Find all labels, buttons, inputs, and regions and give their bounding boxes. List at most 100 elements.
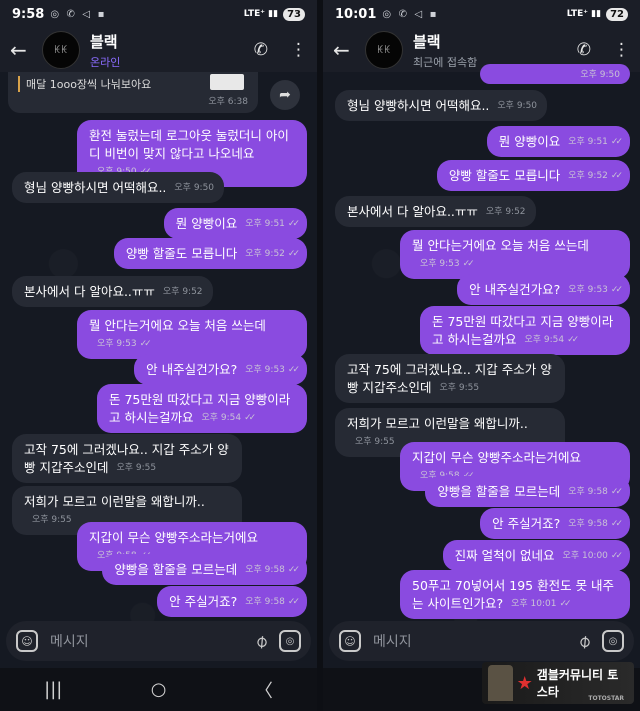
notification-icons: ◎ ✆ ◁ ▪ (50, 8, 107, 20)
message-time: 오후 9:53 (420, 259, 460, 269)
message-list: 형님 양빵하시면 어떡해요.. 오후 9:50 뭔 양빵이요 오후 9:51 ✓✓ 양빵 … (323, 72, 640, 623)
nav-back-icon[interactable]: 〈 (255, 677, 273, 703)
contact-info[interactable]: 블랙 최근에 접속함 (413, 31, 477, 70)
message-time: 오후 9:58 (245, 597, 285, 607)
message-text: 돈 75만원 따갔다고 지금 양빵이라고 하시는걸까요 (109, 392, 291, 425)
recent-apps-icon[interactable]: ||| (44, 679, 62, 700)
outgoing-message[interactable]: 안 주실거죠? 오후 9:58 ✓✓ (480, 508, 630, 539)
message-time: 오후 9:54 (524, 335, 565, 345)
contact-name: 블랙 (413, 32, 441, 51)
message-text: 안 내주실건가요? (146, 362, 238, 377)
read-receipt-icon: ✓✓ (287, 565, 300, 575)
more-icon[interactable]: ⋮ (290, 40, 307, 60)
back-arrow-icon[interactable]: ← (333, 38, 365, 62)
outgoing-message[interactable]: 진짜 얼척이 없네요 오후 10:00 ✓✓ (442, 540, 630, 571)
incoming-message[interactable]: 본사에서 다 알아요..ㅠㅠ 오후 9:52 (12, 276, 213, 307)
message-text: 지갑이 무슨 양빵주소라는거에요 (89, 530, 258, 545)
outgoing-message[interactable]: 양빵 할줄도 모릅니다 오후 9:52 ✓✓ (113, 238, 307, 269)
message-text: 뭘 안다는거에요 오늘 처음 쓰는데 (412, 238, 589, 253)
emoji-icon[interactable]: ☺ (339, 630, 361, 652)
outgoing-message[interactable]: 돈 75만원 따갔다고 지금 양빵이라고 하시는걸까요 오후 9:54 ✓✓ (420, 306, 630, 355)
camera-icon[interactable]: ◎ (602, 630, 624, 652)
phone-icon[interactable]: ✆ (577, 40, 591, 60)
outgoing-message[interactable]: 양빵 할줄도 모릅니다 오후 9:52 ✓✓ (436, 160, 630, 191)
incoming-message[interactable]: 형님 양빵하시면 어떡해요.. 오후 9:50 (335, 90, 548, 121)
camera-icon[interactable]: ◎ (279, 630, 301, 652)
star-icon: ★ (516, 672, 533, 694)
left-chat-screen: 9:58 ◎ ✆ ◁ ▪ LTE⁺ ▮▮ 73 ← ꀘꀘ 블랙 온라인 ✆ ⋮ … (0, 0, 317, 711)
incoming-message[interactable]: 본사에서 다 알아요..ㅠㅠ 오후 9:52 (335, 196, 536, 227)
outgoing-message[interactable]: 뭔 양빵이요 오후 9:51 ✓✓ (486, 126, 630, 157)
message-time: 오후 9:53 (568, 285, 608, 295)
message-text: 진짜 얼척이 없네요 (454, 548, 555, 563)
contact-name: 블랙 (90, 32, 118, 51)
outgoing-message[interactable]: 안 내주실건가요? 오후 9:53 ✓✓ (457, 274, 630, 305)
message-input[interactable]: 메시지 (50, 631, 244, 651)
status-bar: 10:01 ◎ ✆ ◁ ▪ LTE⁺ ▮▮ 72 (323, 0, 640, 28)
phone-icon[interactable]: ✆ (254, 40, 268, 60)
message-text: 돈 75만원 따갔다고 지금 양빵이라고 하시는걸까요 (432, 314, 614, 347)
home-icon[interactable]: ○ (151, 679, 167, 700)
read-receipt-icon: ✓✓ (610, 137, 623, 147)
avatar[interactable]: ꀘꀘ (365, 31, 403, 69)
message-time: 오후 10:00 (562, 551, 608, 561)
message-text: 양빵 할줄도 모릅니다 (448, 168, 561, 183)
attach-icon[interactable]: ⌀ (574, 629, 596, 652)
incoming-message[interactable]: 고작 75에 그러겠나요.. 지갑 주소가 양빵 지갑주소인데 오후 9:55 (335, 354, 565, 403)
read-receipt-icon: ✓✓ (287, 249, 300, 259)
signal-icon: LTE⁺ ▮▮ (566, 9, 602, 19)
read-receipt-icon: ✓✓ (559, 599, 571, 609)
message-text: 저희가 모르고 이런말을 왜합니까.. (24, 494, 205, 509)
status-bar: 9:58 ◎ ✆ ◁ ▪ LTE⁺ ▮▮ 73 (0, 0, 317, 28)
message-time: 오후 9:53 (245, 365, 285, 375)
status-time: 10:01 (335, 6, 377, 22)
read-receipt-icon: ✓✓ (139, 339, 152, 349)
message-time: 오후 9:55 (32, 515, 72, 525)
contact-status: 최근에 접속함 (413, 55, 478, 69)
back-arrow-icon[interactable]: ← (10, 38, 42, 62)
outgoing-message[interactable]: 돈 75만원 따갔다고 지금 양빵이라고 하시는걸까요 오후 9:54 ✓✓ (97, 384, 307, 433)
outgoing-message[interactable]: 안 내주실건가요? 오후 9:53 ✓✓ (134, 354, 307, 385)
outgoing-message[interactable]: 뭘 안다는거에요 오늘 처음 쓰는데오후 9:53 ✓✓ (400, 230, 630, 279)
read-receipt-icon: ✓✓ (610, 551, 623, 561)
message-time: 오후 9:55 (355, 437, 395, 447)
message-time: 오후 10:01 (511, 599, 557, 609)
read-receipt-icon: ✓✓ (610, 487, 623, 497)
message-time: 오후 9:58 (245, 565, 285, 575)
read-receipt-icon: ✓✓ (287, 597, 300, 607)
read-receipt-icon: ✓✓ (610, 519, 623, 529)
message-text: 뭘 안다는거에요 오늘 처음 쓰는데 (89, 318, 266, 333)
avatar[interactable]: ꀘꀘ (42, 31, 80, 69)
contact-info[interactable]: 블랙 온라인 (90, 31, 120, 70)
read-receipt-icon: ✓✓ (287, 219, 300, 229)
message-text: 양빵을 할줄을 모르는데 (437, 484, 561, 499)
message-time: 오후 9:50 (497, 101, 538, 111)
message-text: 양빵 할줄도 모릅니다 (125, 246, 238, 261)
outgoing-message[interactable]: 양빵을 할줄을 모르는데 오후 9:58 ✓✓ (425, 476, 630, 507)
emoji-icon[interactable]: ☺ (16, 630, 38, 652)
outgoing-message[interactable]: 50푸고 70넣어서 195 환전도 못 내주는 사이트인가요? 오후 10:01… (400, 570, 630, 619)
read-receipt-icon: ✓✓ (244, 413, 256, 423)
outgoing-message[interactable]: 뭔 양빵이요 오후 9:51 ✓✓ (163, 208, 307, 239)
message-time: 오후 9:58 (568, 519, 608, 529)
message-time: 오후 9:50 (174, 183, 215, 193)
battery-icon: 72 (606, 7, 628, 21)
read-receipt-icon: ✓✓ (610, 285, 623, 295)
signal-icon: LTE⁺ ▮▮ (243, 9, 279, 19)
message-text: 뭔 양빵이요 (175, 216, 238, 231)
outgoing-message[interactable]: 뭘 안다는거에요 오늘 처음 쓰는데오후 9:53 ✓✓ (77, 310, 307, 359)
message-text: 뭔 양빵이요 (498, 134, 561, 149)
incoming-message[interactable]: 형님 양빵하시면 어떡해요.. 오후 9:50 (12, 172, 225, 203)
message-input[interactable]: 메시지 (373, 631, 567, 651)
outgoing-message[interactable]: 양빵을 할줄을 모르는데 오후 9:58 ✓✓ (102, 554, 307, 585)
message-time: 오후 9:52 (568, 171, 608, 181)
message-time: 오후 9:51 (568, 137, 608, 147)
more-icon[interactable]: ⋮ (613, 40, 630, 60)
watermark-subtext: TOTOSTAR (588, 695, 624, 702)
message-text: 안 주실거죠? (492, 516, 561, 531)
outgoing-message[interactable]: 안 주실거죠? 오후 9:58 ✓✓ (157, 586, 307, 617)
message-time: 오후 9:51 (245, 219, 285, 229)
incoming-message[interactable]: 고작 75에 그러겠나요.. 지갑 주소가 양빵 지갑주소인데 오후 9:55 (12, 434, 242, 483)
watermark-logo: ★ 갬블커뮤니티 토스타 TOTOSTAR (482, 662, 634, 704)
attach-icon[interactable]: ⌀ (251, 629, 273, 652)
